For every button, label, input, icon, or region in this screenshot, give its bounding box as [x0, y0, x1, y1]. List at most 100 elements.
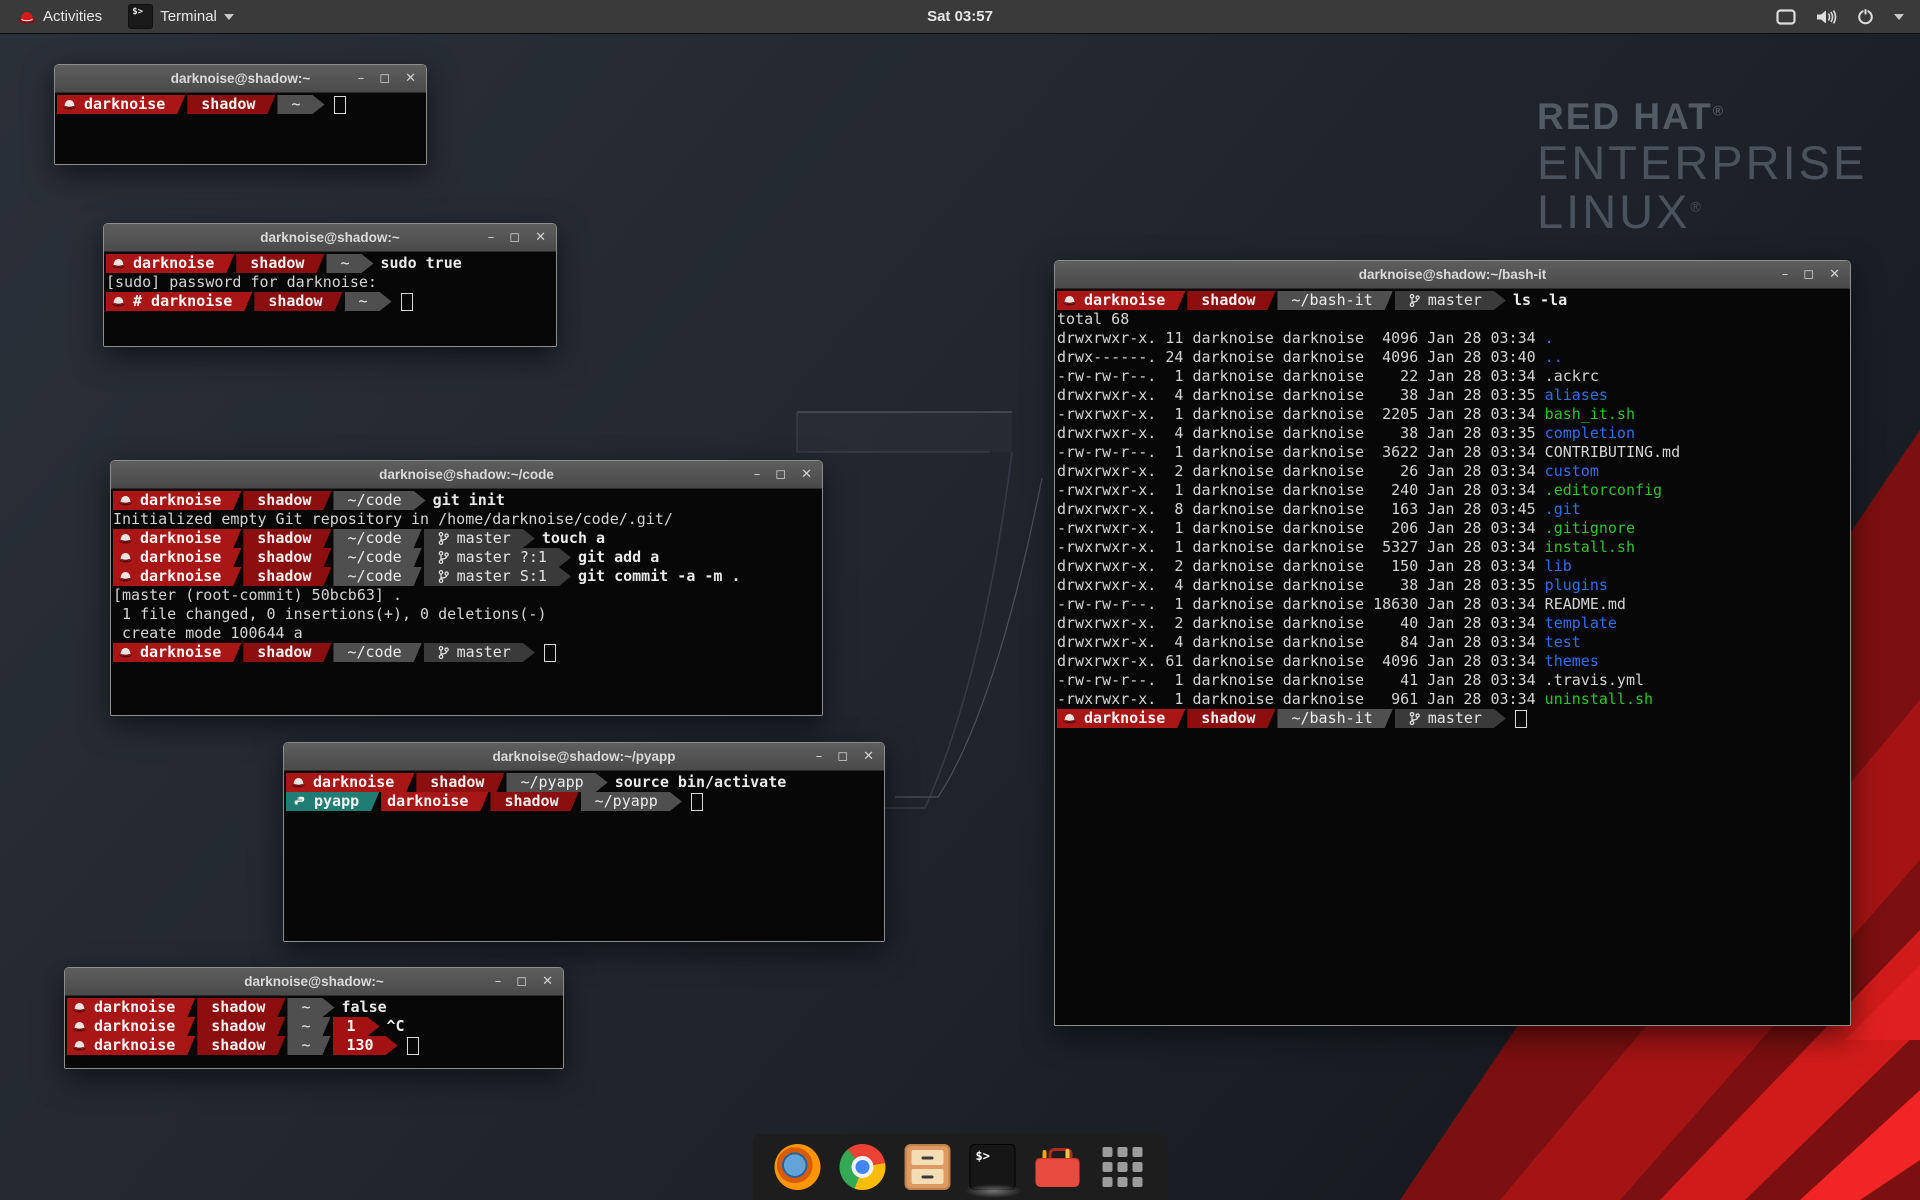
output-text: -rw-rw-r--. 1 darknoise darknoise 22 Jan…: [1057, 367, 1599, 386]
terminal-line: darknoiseshadow~1^C: [67, 1017, 563, 1036]
redhat-logo-icon: [18, 10, 36, 24]
minimize-button[interactable]: –: [495, 968, 502, 995]
maximize-button[interactable]: ◻: [775, 461, 786, 488]
prompt-segment-host: shadow: [197, 1017, 285, 1036]
terminal-icon[interactable]: $>: [970, 1144, 1016, 1190]
window-titlebar[interactable]: darknoise@shadow:~/bash-it – ◻ ✕: [1055, 261, 1850, 289]
terminal-line: create mode 100644 a: [113, 624, 822, 643]
terminal-cursor: [691, 793, 703, 811]
prompt-segment-git: master: [1395, 709, 1506, 728]
window-titlebar[interactable]: darknoise@shadow:~/pyapp – ◻ ✕: [284, 743, 884, 771]
running-indicator: [965, 1184, 1023, 1198]
prompt-segment-host: shadow: [416, 773, 504, 792]
terminal-line: -rw-rw-r--. 1 darknoise darknoise 22 Jan…: [1057, 367, 1850, 386]
terminal-line: 1 file changed, 0 insertions(+), 0 delet…: [113, 605, 822, 624]
terminal-app-icon: $>: [128, 4, 153, 29]
power-icon[interactable]: [1857, 8, 1874, 25]
maximize-button[interactable]: ◻: [509, 224, 520, 251]
terminal-content[interactable]: darknoiseshadow~: [55, 93, 426, 164]
chrome-icon[interactable]: [840, 1144, 886, 1190]
prompt-segment-user: darknoise: [67, 1036, 195, 1055]
prompt-segment-user: darknoise: [1057, 709, 1185, 728]
maximize-button[interactable]: ◻: [1803, 261, 1814, 288]
redhat-icon: [1063, 713, 1076, 724]
redhat-icon: [73, 1040, 86, 1051]
output-text: -rwxrwxr-x. 1 darknoise darknoise 961 Ja…: [1057, 690, 1545, 709]
prompt-segment-host: shadow: [490, 792, 578, 811]
command-text: source bin/activate: [615, 773, 787, 792]
command-text: ^C: [387, 1017, 405, 1036]
prompt-segment-user: darknoise: [113, 548, 241, 567]
toolbox-icon[interactable]: [1035, 1144, 1081, 1190]
output-text: install.sh: [1545, 538, 1635, 557]
output-text: aliases: [1545, 386, 1608, 405]
terminal-content[interactable]: darknoiseshadow~/pyappsource bin/activat…: [284, 771, 884, 941]
app-grid-icon[interactable]: [1100, 1144, 1146, 1190]
activities-button[interactable]: Activities: [10, 0, 110, 33]
chevron-down-icon: [224, 14, 234, 20]
terminal-content[interactable]: darknoiseshadow~/codegit initInitialized…: [111, 489, 822, 715]
terminal-window-code[interactable]: darknoise@shadow:~/code – ◻ ✕ darknoises…: [110, 460, 823, 716]
files-icon[interactable]: [905, 1144, 951, 1190]
output-text: .editorconfig: [1545, 481, 1662, 500]
output-text: -rwxrwxr-x. 1 darknoise darknoise 206 Ja…: [1057, 519, 1545, 538]
prompt-segment-user: darknoise: [113, 567, 241, 586]
close-button[interactable]: ✕: [542, 968, 553, 995]
terminal-line: darknoiseshadow~sudo true: [106, 254, 556, 273]
command-text: touch a: [542, 529, 605, 548]
terminal-line: -rw-rw-r--. 1 darknoise darknoise 3622 J…: [1057, 443, 1850, 462]
output-text: -rwxrwxr-x. 1 darknoise darknoise 5327 J…: [1057, 538, 1545, 557]
window-titlebar[interactable]: darknoise@shadow:~ – ◻ ✕: [55, 65, 426, 93]
output-text: drwxrwxr-x. 4 darknoise darknoise 38 Jan…: [1057, 424, 1545, 443]
terminal-line: [master (root-commit) 50bcb63] .: [113, 586, 822, 605]
minimize-button[interactable]: –: [754, 461, 761, 488]
output-text: test: [1545, 633, 1581, 652]
clock[interactable]: Sat 03:57: [927, 8, 993, 25]
maximize-button[interactable]: ◻: [379, 65, 390, 92]
terminal-window-bash-it[interactable]: darknoise@shadow:~/bash-it – ◻ ✕ darknoi…: [1054, 260, 1851, 1026]
terminal-window-home-1[interactable]: darknoise@shadow:~ – ◻ ✕ darknoiseshadow…: [54, 64, 427, 165]
close-button[interactable]: ✕: [1829, 261, 1840, 288]
activities-label: Activities: [43, 8, 102, 25]
volume-icon[interactable]: [1816, 9, 1837, 25]
prompt-segment-user: darknoise: [67, 998, 195, 1017]
terminal-line: darknoiseshadow~/codegit init: [113, 491, 822, 510]
prompt-segment-user: darknoise: [106, 254, 234, 273]
firefox-icon[interactable]: [775, 1144, 821, 1190]
terminal-content[interactable]: darknoiseshadow~/bash-itmasterls -latota…: [1055, 289, 1850, 1025]
prompt-segment-path: ~/code: [333, 548, 421, 567]
minimize-button[interactable]: –: [816, 743, 823, 770]
command-text: git add a: [578, 548, 659, 567]
minimize-button[interactable]: –: [358, 65, 365, 92]
system-menu-caret-icon[interactable]: [1894, 14, 1904, 20]
app-menu-terminal[interactable]: $> Terminal: [120, 0, 242, 33]
minimize-button[interactable]: –: [488, 224, 495, 251]
close-button[interactable]: ✕: [801, 461, 812, 488]
maximize-button[interactable]: ◻: [837, 743, 848, 770]
close-button[interactable]: ✕: [863, 743, 874, 770]
terminal-window-home-2[interactable]: darknoise@shadow:~ – ◻ ✕ darknoiseshadow…: [64, 967, 564, 1069]
output-text: -rw-rw-r--. 1 darknoise darknoise 41 Jan…: [1057, 671, 1644, 690]
prompt-segment-user: # darknoise: [106, 292, 252, 311]
maximize-button[interactable]: ◻: [516, 968, 527, 995]
close-button[interactable]: ✕: [535, 224, 546, 251]
display-icon[interactable]: [1776, 9, 1796, 25]
close-button[interactable]: ✕: [405, 65, 416, 92]
window-titlebar[interactable]: darknoise@shadow:~ – ◻ ✕: [104, 224, 556, 252]
prompt-segment-path: ~/bash-it: [1277, 291, 1392, 310]
terminal-content[interactable]: darknoiseshadow~sudo true[sudo] password…: [104, 252, 556, 346]
output-text: drwxrwxr-x. 4 darknoise darknoise 84 Jan…: [1057, 633, 1545, 652]
window-titlebar[interactable]: darknoise@shadow:~/code – ◻ ✕: [111, 461, 822, 489]
drawer: [912, 1150, 944, 1165]
minimize-button[interactable]: –: [1782, 261, 1789, 288]
window-titlebar[interactable]: darknoise@shadow:~ – ◻ ✕: [65, 968, 563, 996]
terminal-content[interactable]: darknoiseshadow~falsedarknoiseshadow~1^C…: [65, 996, 563, 1068]
terminal-line: # darknoiseshadow~: [106, 292, 556, 311]
terminal-window-pyapp[interactable]: darknoise@shadow:~/pyapp – ◻ ✕ darknoise…: [283, 742, 885, 942]
window-title: darknoise@shadow:~/code: [379, 467, 554, 482]
output-text: -rwxrwxr-x. 1 darknoise darknoise 2205 J…: [1057, 405, 1545, 424]
terminal-window-sudo[interactable]: darknoise@shadow:~ – ◻ ✕ darknoiseshadow…: [103, 223, 557, 347]
terminal-glyph: $>: [976, 1149, 990, 1163]
terminal-line: -rwxrwxr-x. 1 darknoise darknoise 240 Ja…: [1057, 481, 1850, 500]
output-text: .git: [1545, 500, 1581, 519]
